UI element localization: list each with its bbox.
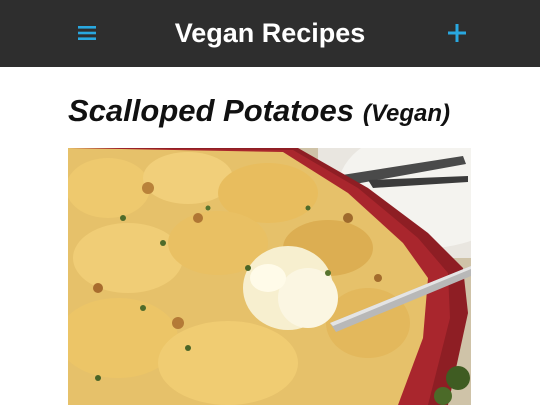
plus-icon [448,24,466,42]
app-title: Vegan Recipes [174,18,366,48]
app-header: Vegan Recipes [0,0,540,67]
recipe-qualifier: (Vegan) [362,100,450,127]
add-recipe-button[interactable] [444,19,470,47]
recipe-title: Scalloped Potatoes (Vegan) [68,92,488,129]
menu-button[interactable] [74,19,100,47]
recipe-photo [68,148,471,405]
recipe-name: Scalloped Potatoes [68,93,354,128]
hamburger-menu-icon [78,26,96,40]
